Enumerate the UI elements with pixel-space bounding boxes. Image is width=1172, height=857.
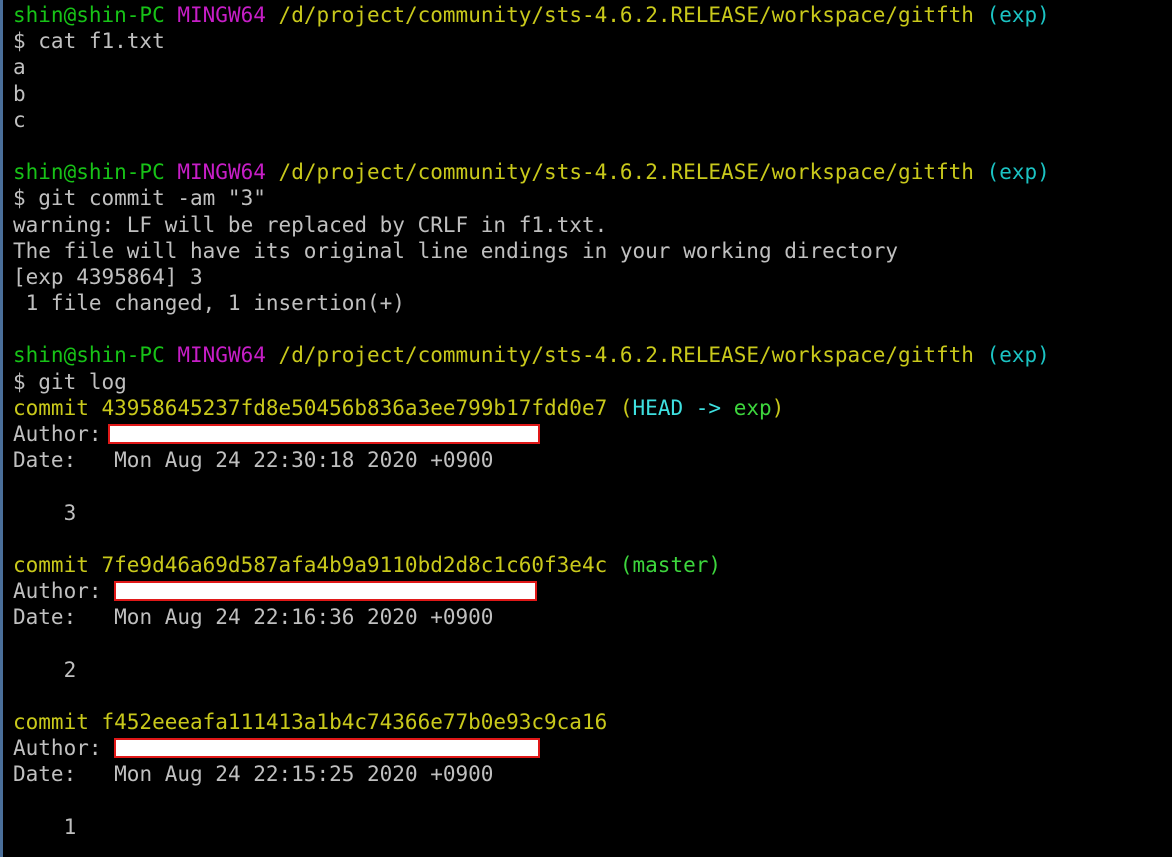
- commit-message: 3: [63, 500, 77, 525]
- output-line: b: [13, 81, 26, 106]
- date-line: Date: Mon Aug 24 22:15:25 2020 +0900: [13, 761, 1172, 787]
- prompt-env: MINGW64: [177, 160, 266, 185]
- author-label: Author:: [13, 736, 102, 761]
- date-label: Date:: [13, 762, 77, 787]
- commit-hash: commit f452eeeafa111413a1b4c74366e77b0e9…: [13, 710, 608, 735]
- ref-paren: (: [607, 395, 633, 420]
- author-line: Author:: [13, 421, 1172, 447]
- prompt-env: MINGW64: [177, 3, 266, 27]
- commit-message-line: 3: [13, 500, 1172, 526]
- output-line: 1 file changed, 1 insertion(+): [13, 291, 405, 316]
- author-label: Author:: [13, 579, 102, 604]
- author-line: Author:: [13, 735, 1172, 761]
- redacted-author: [113, 737, 540, 758]
- redacted-author: [113, 580, 537, 601]
- ref-head: HEAD: [632, 395, 684, 420]
- prompt-line: shin@shin-PC MINGW64 /d/project/communit…: [13, 342, 1172, 368]
- output-line: a: [13, 55, 26, 80]
- date-label: Date:: [13, 448, 77, 473]
- prompt-path: /d/project/community/sts-4.6.2.RELEASE/w…: [278, 343, 974, 368]
- commit-message-line: 2: [13, 657, 1172, 683]
- author-label: Author:: [13, 422, 102, 446]
- prompt-user-host: shin@shin-PC: [13, 160, 165, 185]
- date-value: Mon Aug 24 22:30:18 2020 +0900: [114, 448, 494, 473]
- terminal-window[interactable]: shin@shin-PC MINGW64 /d/project/communit…: [0, 0, 1172, 857]
- date-line: Date: Mon Aug 24 22:30:18 2020 +0900: [13, 447, 1172, 473]
- prompt-env: MINGW64: [177, 343, 266, 368]
- prompt-branch: (exp): [986, 160, 1050, 185]
- output-line: The file will have its original line end…: [13, 238, 899, 263]
- ref-branch: (master): [607, 552, 722, 577]
- prompt-line: shin@shin-PC MINGW64 /d/project/communit…: [13, 2, 1172, 28]
- commit-hash: commit 7fe9d46a69d587afa4b9a9110bd2d8c1c…: [13, 552, 608, 577]
- commit-message-line: 1: [13, 814, 1172, 840]
- commit-hash: commit 43958645237fd8e50456b836a3ee799b1…: [13, 395, 608, 420]
- output-line: warning: LF will be replaced by CRLF in …: [13, 212, 608, 237]
- command-line: $ git commit -am "3": [13, 186, 266, 211]
- prompt-path: /d/project/community/sts-4.6.2.RELEASE/w…: [278, 3, 974, 27]
- prompt-path: /d/project/community/sts-4.6.2.RELEASE/w…: [278, 160, 974, 185]
- commit-hash-line: commit 43958645237fd8e50456b836a3ee799b1…: [13, 395, 1172, 421]
- ref-paren: ): [771, 395, 785, 420]
- date-value: Mon Aug 24 22:16:36 2020 +0900: [114, 605, 494, 630]
- date-label: Date:: [13, 605, 77, 630]
- ref-arrow: ->: [683, 395, 734, 420]
- author-line: Author:: [13, 578, 1172, 604]
- date-line: Date: Mon Aug 24 22:16:36 2020 +0900: [13, 604, 1172, 630]
- prompt-branch: (exp): [986, 3, 1050, 27]
- ref-branch: exp: [733, 395, 772, 420]
- commit-hash-line: commit 7fe9d46a69d587afa4b9a9110bd2d8c1c…: [13, 552, 1172, 578]
- prompt-line: shin@shin-PC MINGW64 /d/project/communit…: [13, 159, 1172, 185]
- commit-hash-line: commit f452eeeafa111413a1b4c74366e77b0e9…: [13, 709, 1172, 735]
- prompt-user-host: shin@shin-PC: [13, 3, 165, 27]
- date-value: Mon Aug 24 22:15:25 2020 +0900: [114, 762, 494, 787]
- commit-message: 2: [63, 657, 77, 682]
- command-line: $ git log: [13, 369, 127, 394]
- output-line: [exp 4395864] 3: [13, 264, 203, 289]
- commit-message: 1: [63, 814, 77, 839]
- command-line: $ cat f1.txt: [13, 29, 165, 54]
- redacted-author: [107, 423, 540, 444]
- prompt-branch: (exp): [986, 343, 1050, 368]
- prompt-user-host: shin@shin-PC: [13, 343, 165, 368]
- output-line: c: [13, 107, 26, 132]
